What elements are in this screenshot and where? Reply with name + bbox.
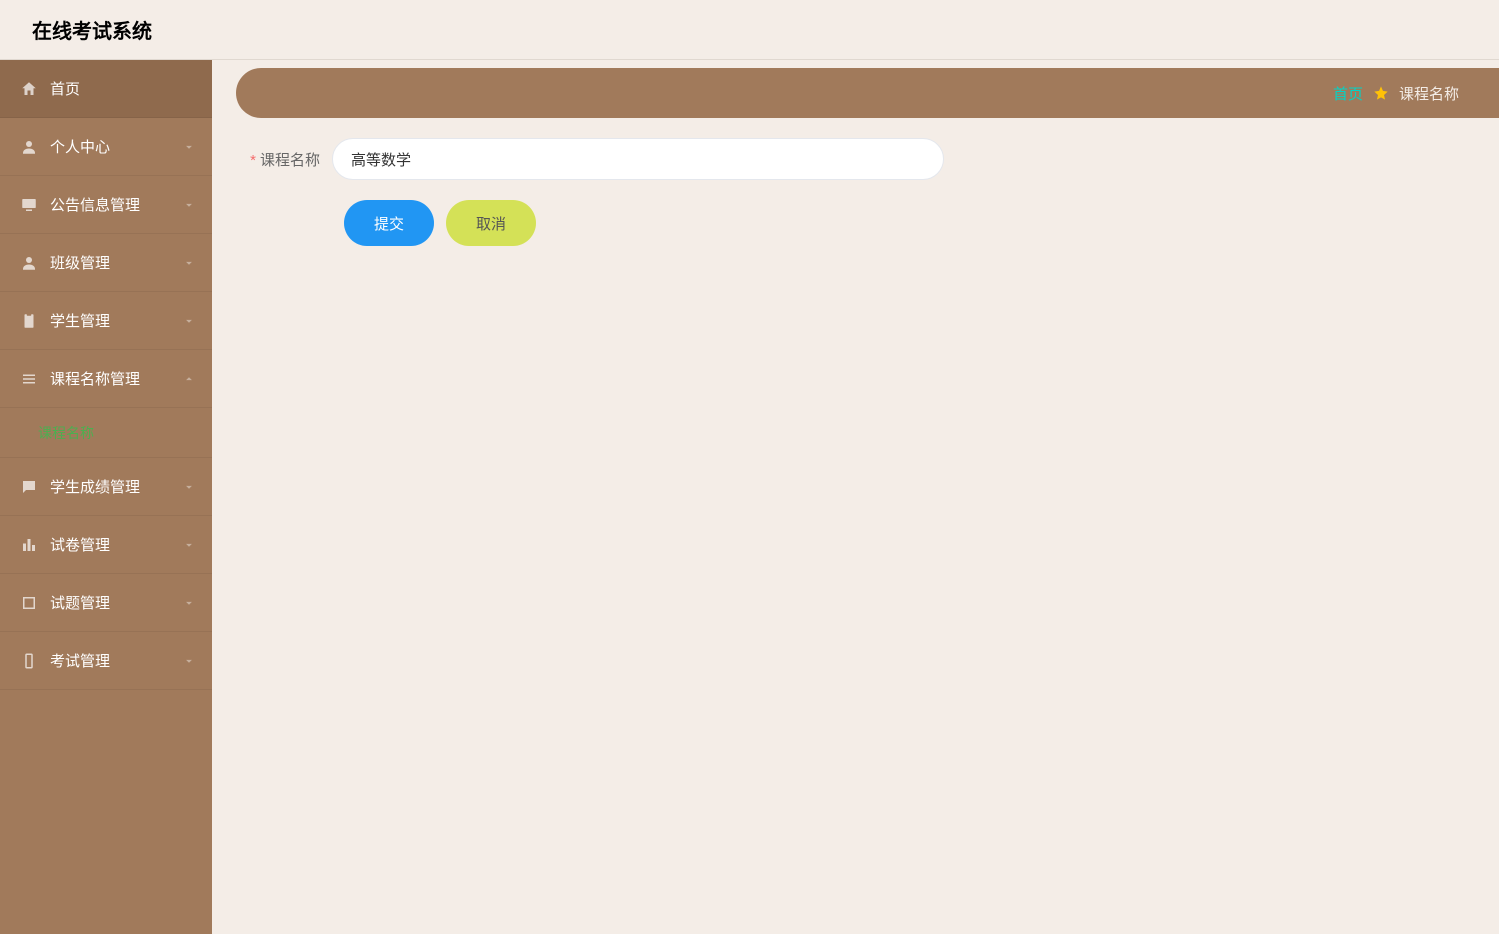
sidebar-item-class[interactable]: 班级管理 [0,234,212,292]
sidebar-item-personal[interactable]: 个人中心 [0,118,212,176]
submit-button[interactable]: 提交 [344,200,434,246]
sidebar-item-label: 公告信息管理 [50,194,182,215]
sidebar-item-label: 学生管理 [50,310,182,331]
list-icon [20,370,38,388]
sidebar-item-label: 学生成绩管理 [50,476,182,497]
chevron-down-icon [182,480,196,494]
phone-icon [20,652,38,670]
sidebar-item-paper[interactable]: 试卷管理 [0,516,212,574]
sidebar: 首页 个人中心 公告信息管理 班级管理 [0,60,212,934]
chat-icon [20,478,38,496]
app-title: 在线考试系统 [32,15,152,44]
sidebar-item-label: 试卷管理 [50,534,182,555]
sidebar-item-home[interactable]: 首页 [0,60,212,118]
sidebar-item-question[interactable]: 试题管理 [0,574,212,632]
chevron-down-icon [182,198,196,212]
field-label-text: 课程名称 [260,152,320,169]
sidebar-item-label: 考试管理 [50,650,182,671]
chevron-down-icon [182,256,196,270]
sidebar-item-grade[interactable]: 学生成绩管理 [0,458,212,516]
crop-icon [20,594,38,612]
sidebar-sub-course-name[interactable]: 课程名称 [0,408,212,458]
required-star: * [250,152,256,169]
monitor-icon [20,196,38,214]
home-icon [20,80,38,98]
chevron-down-icon [182,654,196,668]
sidebar-item-course-name[interactable]: 课程名称管理 [0,350,212,408]
clipboard-icon [20,312,38,330]
breadcrumb-current: 课程名称 [1399,83,1459,104]
breadcrumb: 首页 课程名称 [236,68,1499,118]
sidebar-item-announcement[interactable]: 公告信息管理 [0,176,212,234]
chevron-down-icon [182,596,196,610]
user-icon [20,254,38,272]
chevron-down-icon [182,140,196,154]
sidebar-item-label: 课程名称管理 [50,368,182,389]
main-content: 首页 课程名称 *课程名称 提交 取消 [212,60,1499,934]
sidebar-item-label: 首页 [50,78,196,99]
sidebar-item-exam[interactable]: 考试管理 [0,632,212,690]
breadcrumb-home[interactable]: 首页 [1333,83,1363,104]
user-icon [20,138,38,156]
sidebar-sub-label: 课程名称 [38,423,94,443]
star-icon [1373,85,1389,101]
chevron-down-icon [182,538,196,552]
chevron-down-icon [182,314,196,328]
sidebar-item-label: 个人中心 [50,136,182,157]
bar-chart-icon [20,536,38,554]
header: 在线考试系统 [0,0,1499,60]
button-row: 提交 取消 [236,200,1475,246]
course-name-input[interactable] [332,138,944,180]
form-row-course-name: *课程名称 [236,138,1475,180]
sidebar-item-label: 试题管理 [50,592,182,613]
chevron-up-icon [182,372,196,386]
cancel-button[interactable]: 取消 [446,200,536,246]
sidebar-item-student[interactable]: 学生管理 [0,292,212,350]
form-label-course-name: *课程名称 [236,149,332,170]
sidebar-item-label: 班级管理 [50,252,182,273]
form-area: *课程名称 提交 取消 [236,138,1475,246]
